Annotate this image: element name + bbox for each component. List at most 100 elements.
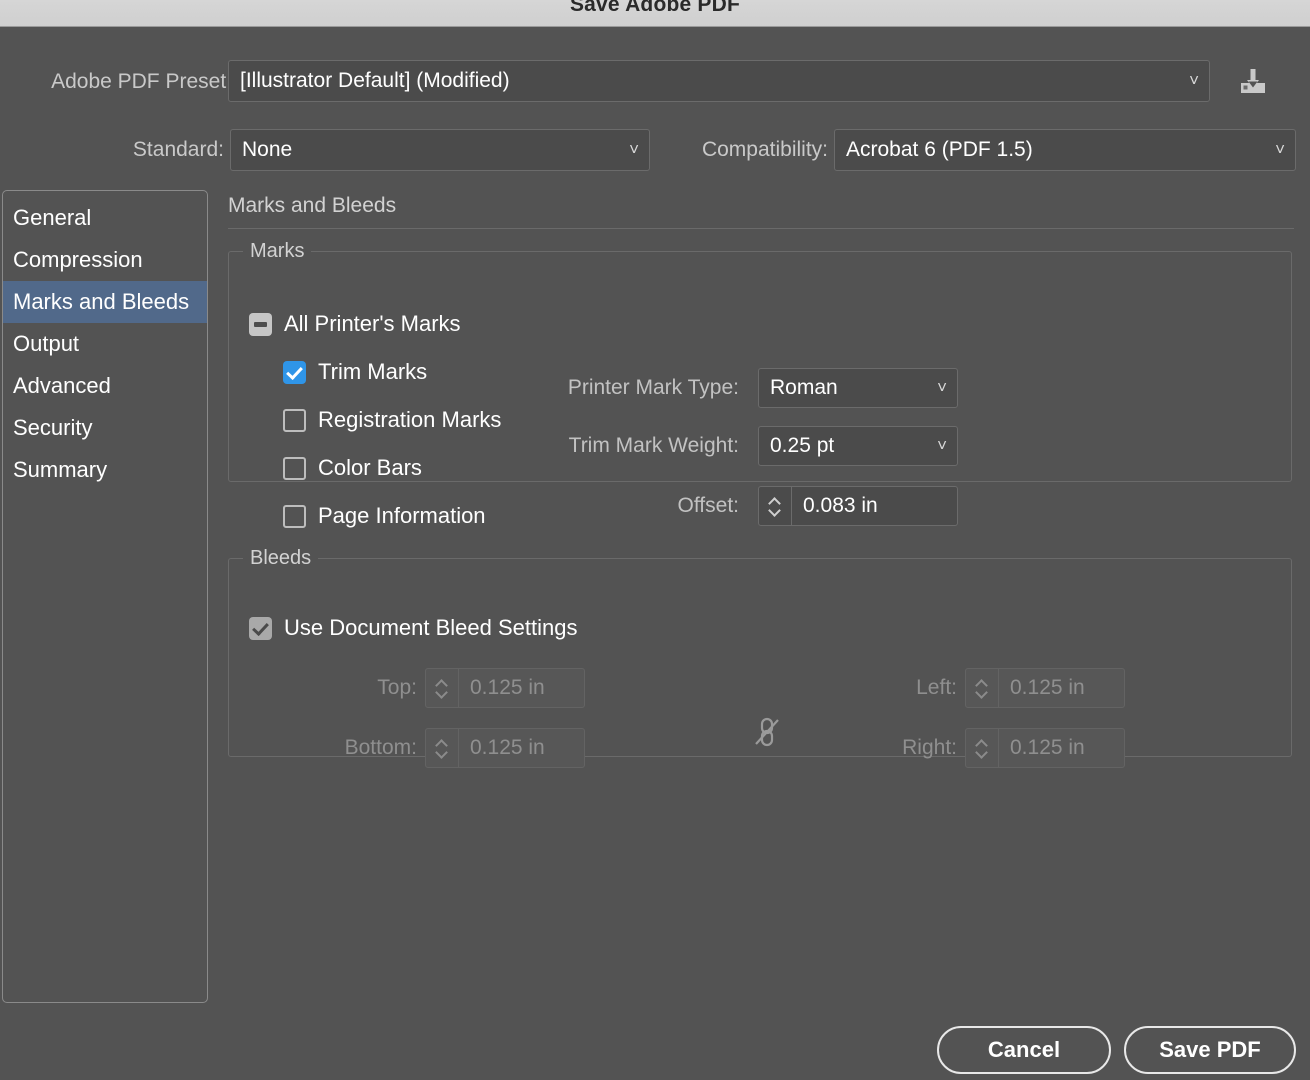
color-bars-row[interactable]: Color Bars [283,455,422,481]
page-information-checkbox[interactable] [283,504,306,528]
bleed-right-label: Right: [902,736,957,759]
trim-marks-label: Trim Marks [318,359,428,384]
use-document-bleed-checkbox[interactable] [249,616,272,640]
link-off-icon[interactable] [750,715,784,749]
chevron-down-icon: ˅ [937,378,947,397]
sidebar-item-label: Summary [13,457,108,482]
pane-title: Marks and Bleeds [228,194,397,217]
offset-field[interactable]: 0.083 in [758,486,958,526]
printer-mark-type-value: Roman [770,376,838,399]
page-information-label: Page Information [318,503,486,528]
bleed-top-field[interactable]: 0.125 in [425,668,585,708]
chevron-down-icon[interactable] [769,508,781,515]
sidebar-item-compression[interactable]: Compression [3,239,207,281]
bleed-top-value[interactable]: 0.125 in [459,669,584,707]
offset-stepper[interactable] [759,487,792,525]
chevron-up-icon[interactable] [976,680,988,687]
trim-mark-weight-value: 0.25 pt [770,434,835,457]
save-preset-icon[interactable] [1236,67,1270,97]
bleed-top-label: Top: [377,676,417,699]
pane-title-divider [228,228,1294,229]
preset-label: Adobe PDF Preset: [51,70,232,93]
color-bars-label: Color Bars [318,455,422,480]
standard-value: None [242,138,293,161]
chevron-down-icon[interactable] [976,690,988,697]
save-pdf-button[interactable]: Save PDF [1124,1026,1296,1074]
sidebar-item-general[interactable]: General [3,197,207,239]
marks-group-legend: Marks [250,240,305,262]
adobe-pdf-preset-dropdown[interactable]: [Illustrator Default] (Modified) ˅ [228,60,1210,102]
preset-row: Adobe PDF Preset: [Illustrator Default] … [0,60,1310,104]
chevron-down-icon: ˅ [1275,140,1285,159]
printer-mark-type-label: Printer Mark Type: [567,376,739,399]
chevron-up-icon[interactable] [976,740,988,747]
sidebar-item-security[interactable]: Security [3,407,207,449]
bleed-right-stepper[interactable] [966,729,999,767]
link-off-glyph [755,717,779,747]
offset-label: Offset: [677,494,739,517]
bleed-bottom-stepper[interactable] [426,729,459,767]
chevron-down-icon: ˅ [629,140,639,159]
trim-mark-weight-dropdown[interactable]: 0.25 pt ˅ [758,426,958,466]
marks-group: Marks All Printer's Marks Trim Marks Reg… [228,240,1292,528]
chevron-up-icon[interactable] [769,498,781,505]
chevron-down-icon: ˅ [937,436,947,455]
registration-marks-label: Registration Marks [318,407,502,432]
registration-marks-checkbox[interactable] [283,408,306,432]
bleed-bottom-value[interactable]: 0.125 in [459,729,584,767]
trim-mark-weight-label: Trim Mark Weight: [568,434,739,457]
sidebar-item-label: Output [13,331,80,356]
use-document-bleed-row[interactable]: Use Document Bleed Settings [249,615,578,641]
bleed-top-stepper[interactable] [426,669,459,707]
bleed-left-stepper[interactable] [966,669,999,707]
trim-marks-checkbox[interactable] [283,360,306,384]
printer-mark-type-dropdown[interactable]: Roman ˅ [758,368,958,408]
sidebar-item-label: General [13,205,92,230]
sidebar-item-advanced[interactable]: Advanced [3,365,207,407]
bleed-right-field[interactable]: 0.125 in [965,728,1125,768]
settings-main-pane: Marks and Bleeds Marks All Printer's Mar… [228,190,1296,1003]
sidebar-item-label: Marks and Bleeds [13,289,190,314]
bleed-bottom-field[interactable]: 0.125 in [425,728,585,768]
save-preset-glyph [1241,69,1265,93]
chevron-down-icon[interactable] [976,750,988,757]
chevron-down-icon[interactable] [436,750,448,757]
chevron-up-icon[interactable] [436,680,448,687]
window-titlebar: Save Adobe PDF [0,0,1310,27]
page-information-row[interactable]: Page Information [283,503,486,529]
sidebar-item-label: Compression [13,247,143,272]
bleed-left-label: Left: [916,676,957,699]
sidebar-item-label: Advanced [13,373,111,398]
sidebar-item-summary[interactable]: Summary [3,449,207,491]
sidebar-item-label: Security [13,415,93,440]
bleed-left-field[interactable]: 0.125 in [965,668,1125,708]
compatibility-dropdown[interactable]: Acrobat 6 (PDF 1.5) ˅ [834,129,1296,171]
chevron-down-icon[interactable] [436,690,448,697]
trim-marks-row[interactable]: Trim Marks [283,359,427,385]
color-bars-checkbox[interactable] [283,456,306,480]
standard-dropdown[interactable]: None ˅ [230,129,650,171]
compatibility-value: Acrobat 6 (PDF 1.5) [846,138,1033,161]
bleed-right-value[interactable]: 0.125 in [999,729,1124,767]
sidebar-item-output[interactable]: Output [3,323,207,365]
compatibility-label: Compatibility: [701,138,828,161]
registration-marks-row[interactable]: Registration Marks [283,407,501,433]
settings-sidebar: General Compression Marks and Bleeds Out… [2,190,208,1003]
all-printers-marks-label: All Printer's Marks [284,311,461,336]
chevron-up-icon[interactable] [436,740,448,747]
all-printers-marks-checkbox[interactable] [249,312,272,336]
chevron-down-icon: ˅ [1189,71,1199,90]
offset-value[interactable]: 0.083 in [792,487,957,525]
bleeds-group-legend: Bleeds [250,547,312,569]
bleed-left-value[interactable]: 0.125 in [999,669,1124,707]
standard-label: Standard: [132,138,224,161]
use-document-bleed-label: Use Document Bleed Settings [284,615,578,640]
bleeds-group: Bleeds Use Document Bleed Settings Top: … [228,547,1292,768]
bleed-bottom-label: Bottom: [344,736,417,759]
standard-compatibility-row: Standard: None ˅ Compatibility: Acrobat … [0,129,1310,171]
window-title: Save Adobe PDF [569,0,741,16]
adobe-pdf-preset-value: [Illustrator Default] (Modified) [240,69,510,92]
sidebar-item-marks-and-bleeds[interactable]: Marks and Bleeds [3,281,207,323]
cancel-button[interactable]: Cancel [937,1026,1111,1074]
all-printers-marks-row[interactable]: All Printer's Marks [249,311,461,337]
